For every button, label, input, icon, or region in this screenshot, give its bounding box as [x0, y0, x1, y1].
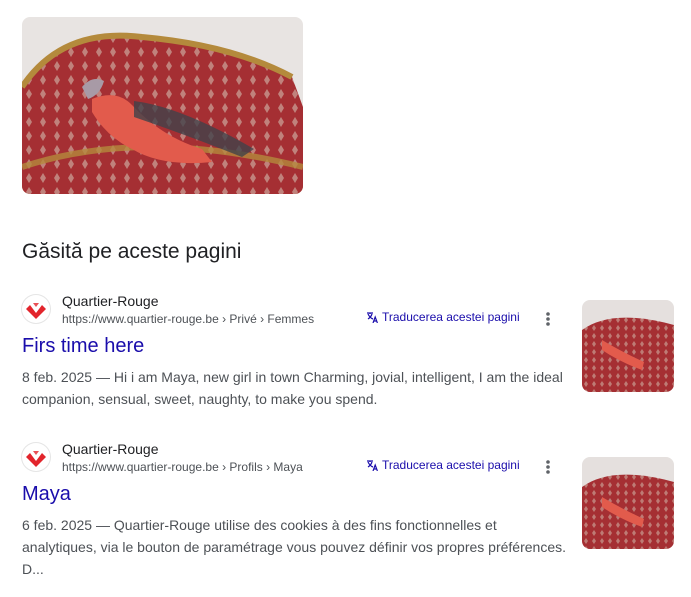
search-result: Quartier-Rouge https://www.quartier-roug… — [22, 441, 677, 591]
site-name[interactable]: Quartier-Rouge — [62, 441, 159, 457]
site-url[interactable]: https://www.quartier-rouge.be › Profils … — [62, 460, 303, 474]
translate-page-link[interactable]: Traducerea acestei pagini — [366, 310, 520, 324]
more-vert-icon[interactable] — [541, 311, 555, 327]
thumbnail-photo — [582, 457, 674, 549]
translate-icon — [366, 311, 378, 323]
translate-page-link[interactable]: Traducerea acestei pagini — [366, 458, 520, 472]
section-title: Găsită pe aceste pagini — [22, 240, 242, 263]
main-photo — [22, 17, 303, 194]
translate-icon — [366, 459, 378, 471]
translate-label: Traducerea acestei pagini — [382, 310, 520, 324]
result-title-link[interactable]: Firs time here — [22, 335, 144, 358]
main-result-image[interactable] — [22, 17, 303, 194]
translate-label: Traducerea acestei pagini — [382, 458, 520, 472]
result-snippet: 8 feb. 2025 — Hi i am Maya, new girl in … — [22, 369, 563, 407]
quartier-rouge-favicon-icon — [22, 443, 50, 471]
site-name[interactable]: Quartier-Rouge — [62, 293, 159, 309]
result-title-link[interactable]: Maya — [22, 483, 71, 506]
site-url[interactable]: https://www.quartier-rouge.be › Privé › … — [62, 312, 314, 326]
result-snippet: 6 feb. 2025 — Quartier-Rouge utilise des… — [22, 517, 566, 577]
quartier-rouge-favicon-icon — [22, 295, 50, 323]
thumbnail-photo — [582, 300, 674, 392]
search-result: Quartier-Rouge https://www.quartier-roug… — [22, 293, 677, 413]
result-thumbnail[interactable] — [582, 300, 674, 392]
more-vert-icon[interactable] — [541, 459, 555, 475]
result-thumbnail[interactable] — [582, 457, 674, 549]
